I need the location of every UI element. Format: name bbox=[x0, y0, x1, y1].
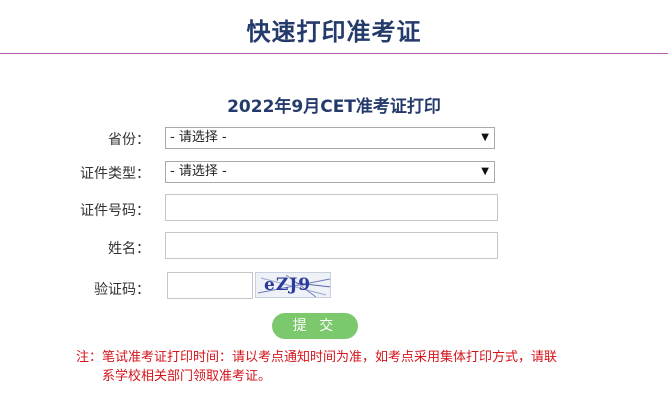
province-select[interactable]: - 请选择 - ▼ bbox=[165, 127, 495, 149]
notice-line-1: 注：笔试准考证打印时间：请以考点通知时间为准，如考点采用集体打印方式，请联 bbox=[76, 350, 558, 365]
header-divider bbox=[0, 53, 668, 54]
province-label: 省份： bbox=[108, 132, 150, 148]
triangle-down-icon: ▼ bbox=[481, 166, 489, 177]
captcha-text: eZJ9 bbox=[264, 275, 312, 295]
captcha-input[interactable] bbox=[167, 272, 253, 299]
notice-text: 注：笔试准考证打印时间：请以考点通知时间为准，如考点采用集体打印方式，请联 系学… bbox=[76, 348, 606, 386]
form-title: 2022年9月CET准考证打印 bbox=[227, 97, 441, 117]
name-input[interactable] bbox=[165, 232, 498, 259]
captcha-image[interactable]: eZJ9 bbox=[255, 272, 331, 298]
province-select-value: - 请选择 - bbox=[170, 130, 227, 145]
triangle-down-icon: ▼ bbox=[481, 132, 489, 143]
id-type-label: 证件类型： bbox=[80, 166, 150, 182]
captcha-label: 验证码： bbox=[94, 282, 150, 298]
notice-line-2: 系学校相关部门领取准考证。 bbox=[102, 369, 272, 384]
id-number-label: 证件号码： bbox=[80, 203, 150, 219]
id-type-select[interactable]: - 请选择 - ▼ bbox=[165, 161, 495, 183]
submit-button[interactable]: 提 交 bbox=[272, 313, 358, 339]
id-type-select-value: - 请选择 - bbox=[170, 164, 227, 179]
id-number-input[interactable] bbox=[165, 194, 498, 221]
name-label: 姓名： bbox=[108, 241, 150, 257]
page-title: 快速打印准考证 bbox=[246, 18, 422, 46]
